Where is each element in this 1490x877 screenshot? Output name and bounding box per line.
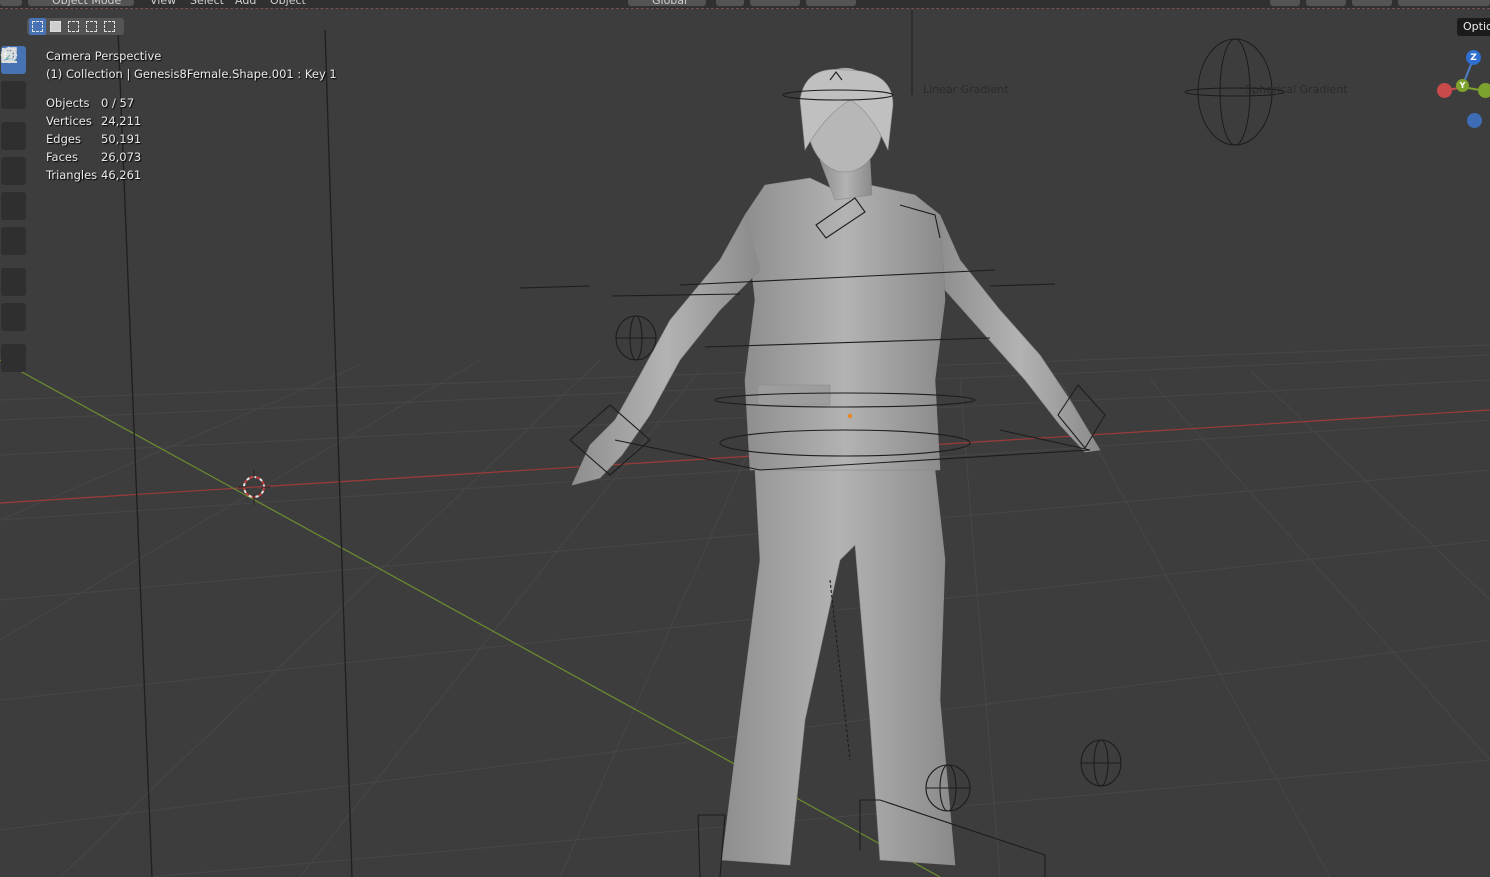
- scene-statistics: Objects 0 / 57 Vertices 24,211 Edges 50,191…: [46, 94, 337, 184]
- tool-shelf: [0, 46, 27, 379]
- stat-row-objects: Objects 0 / 57: [46, 94, 337, 112]
- transform-tool[interactable]: [1, 47, 26, 255]
- snap-dropdown[interactable]: [750, 0, 800, 6]
- menu-add[interactable]: Add: [235, 0, 256, 8]
- gizmo-neg-z-axis[interactable]: [1467, 113, 1482, 128]
- stat-row-faces: Faces 26,073: [46, 148, 337, 166]
- viewport-header: Object Mode View Select Add Object Globa…: [0, 0, 1490, 9]
- overlay-toggle[interactable]: [1306, 0, 1346, 6]
- stat-value: 0 / 57: [101, 96, 135, 110]
- viewport-info-overlay: Camera Perspective (1) Collection | Gene…: [46, 47, 337, 184]
- select-intersect-button[interactable]: [101, 18, 118, 35]
- measure-tool[interactable]: [1, 48, 26, 331]
- stat-value: 50,191: [101, 132, 142, 146]
- collection-info: (1) Collection | Genesis8Female.Shape.00…: [46, 67, 337, 81]
- gizmo-toggle[interactable]: [1270, 0, 1300, 6]
- gizmo-y-axis[interactable]: Y: [1456, 79, 1469, 92]
- gizmo-x-axis[interactable]: [1437, 83, 1452, 98]
- box-invert-icon: [86, 21, 97, 32]
- shading-modes[interactable]: [1398, 0, 1490, 6]
- stat-row-vertices: Vertices 24,211: [46, 112, 337, 130]
- menu-view[interactable]: View: [150, 0, 176, 8]
- stat-label: Edges: [46, 132, 81, 146]
- scale-tool[interactable]: [1, 47, 26, 220]
- 3d-viewport[interactable]: Object Mode View Select Add Object Globa…: [0, 0, 1490, 877]
- gizmo-z-label: Z: [1470, 52, 1477, 63]
- cursor-tool[interactable]: [1, 47, 26, 109]
- select-extend-button[interactable]: [47, 18, 64, 35]
- editor-type-button[interactable]: [0, 0, 22, 6]
- view-name: Camera Perspective: [46, 49, 162, 63]
- stat-row-edges: Edges 50,191: [46, 130, 337, 148]
- stat-value: 26,073: [101, 150, 142, 164]
- xray-toggle[interactable]: [1352, 0, 1392, 6]
- stat-value: 46,261: [101, 168, 142, 182]
- box-extend-icon: [50, 21, 61, 32]
- linear-gradient-label: Linear Gradient: [923, 83, 1009, 96]
- box-select-icon: [32, 21, 43, 32]
- mode-label: Object Mode: [52, 0, 122, 7]
- stat-label: Triangles: [46, 168, 98, 182]
- menu-object[interactable]: Object: [270, 0, 306, 8]
- object-origin: [847, 413, 853, 419]
- rotate-tool[interactable]: [1, 48, 26, 185]
- gizmo-z-axis[interactable]: Z: [1466, 50, 1481, 65]
- stat-value: 24,211: [101, 114, 142, 128]
- spherical-gradient-label: Spherical Gradient: [1245, 83, 1348, 96]
- orientation-label: Global: [652, 0, 688, 7]
- box-subtract-icon: [68, 21, 79, 32]
- selection-mode-buttons: [27, 18, 124, 35]
- move-tool[interactable]: [0, 46, 26, 150]
- annotate-tool[interactable]: [1, 49, 26, 296]
- stat-row-triangles: Triangles 46,261: [46, 166, 337, 184]
- pivot-dropdown[interactable]: [716, 0, 744, 6]
- gizmo-y-label: Y: [1459, 81, 1466, 90]
- stat-label: Faces: [46, 150, 78, 164]
- select-invert-button[interactable]: [83, 18, 100, 35]
- gizmo-neg-y-axis[interactable]: [1478, 83, 1490, 98]
- select-new-button[interactable]: [29, 18, 46, 35]
- add-cube-tool[interactable]: [1, 47, 26, 372]
- box-intersect-icon: [104, 21, 115, 32]
- stat-label: Objects: [46, 96, 90, 110]
- select-subtract-button[interactable]: [65, 18, 82, 35]
- menu-select[interactable]: Select: [190, 0, 224, 8]
- stat-label: Vertices: [46, 114, 92, 128]
- cube-icon: [2, 47, 17, 63]
- proportional-edit-dropdown[interactable]: [806, 0, 856, 6]
- tooltip: Optic: [1457, 18, 1490, 36]
